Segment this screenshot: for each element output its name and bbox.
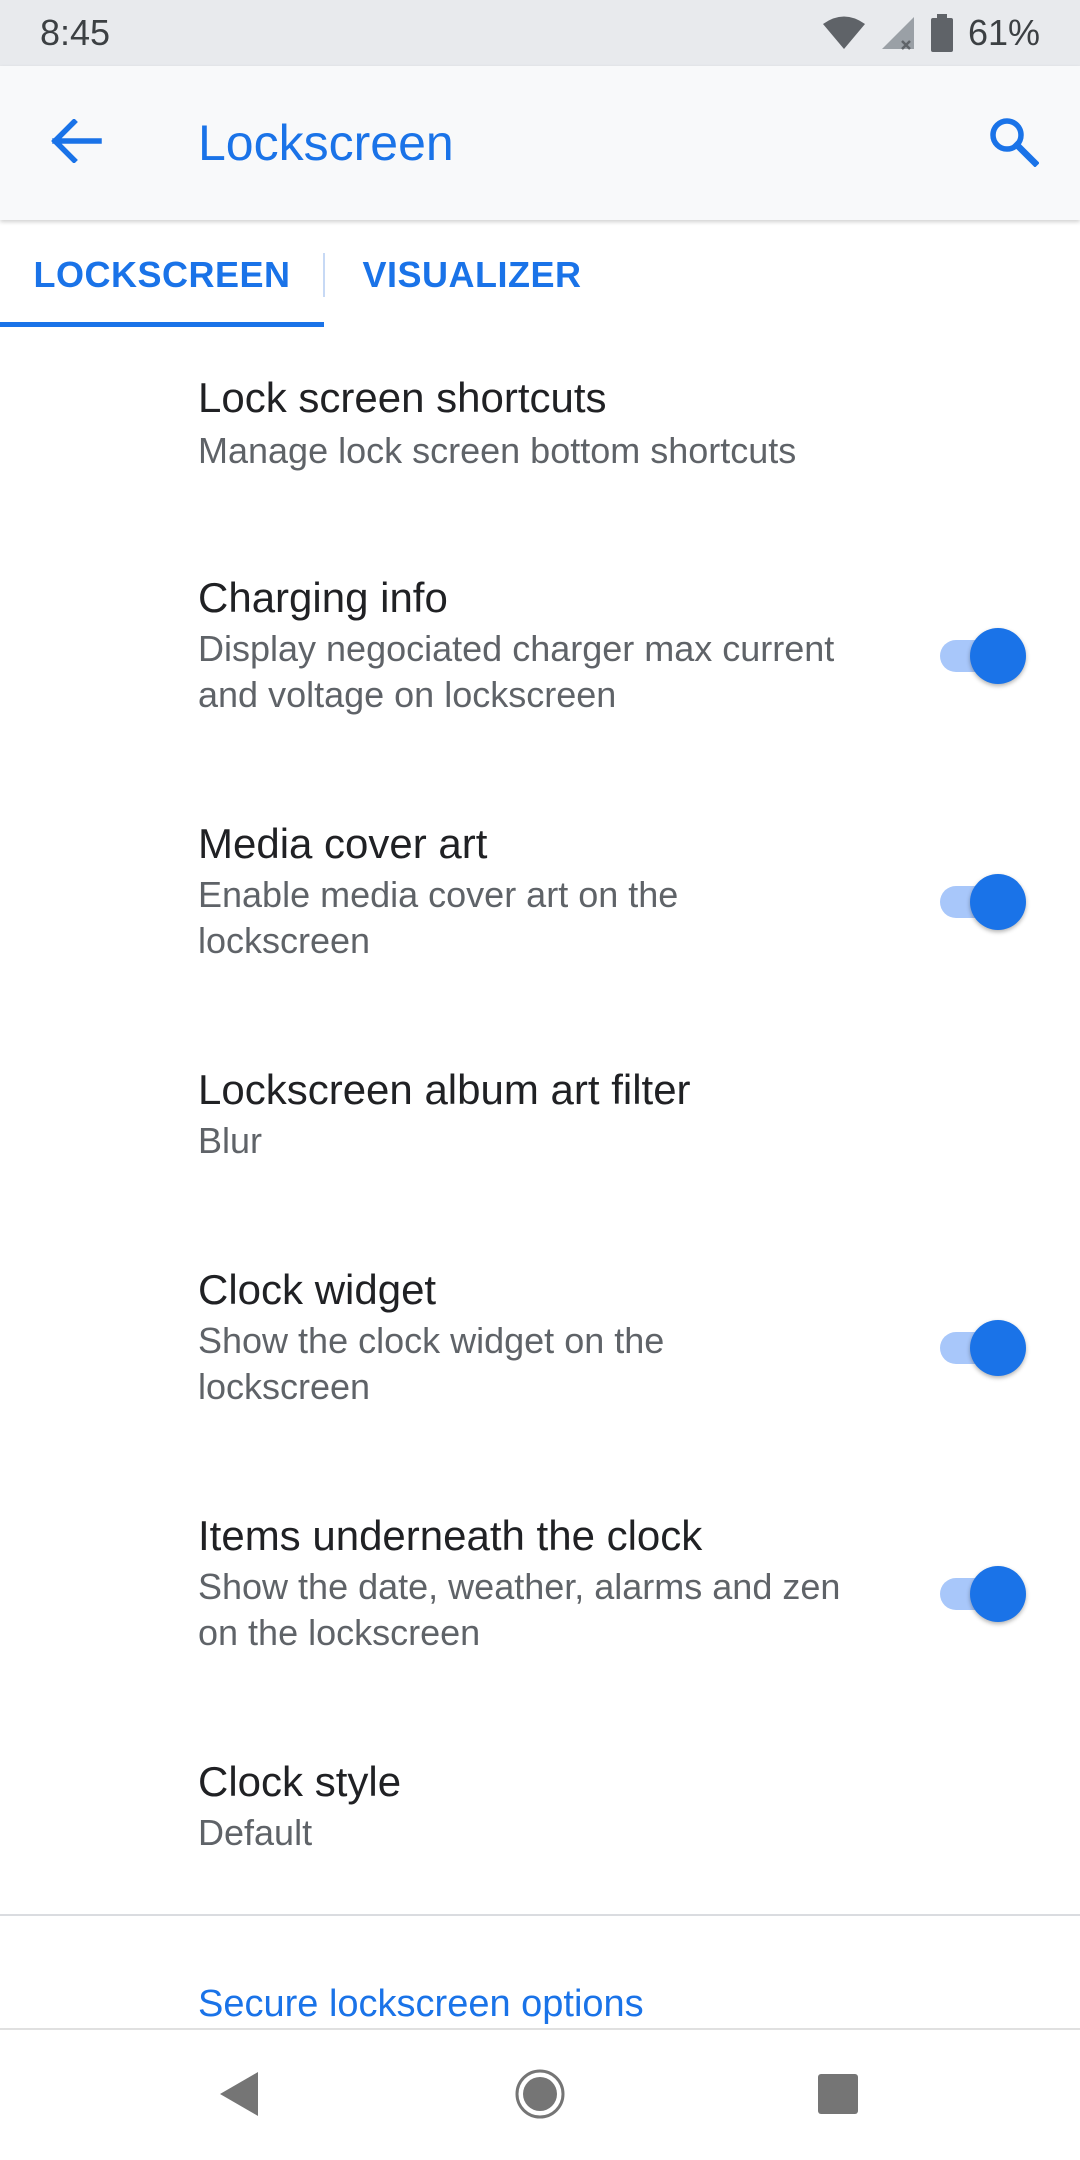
pref-summary: Manage lock screen bottom shortcuts xyxy=(198,430,797,471)
items-underneath-clock-toggle[interactable] xyxy=(938,1562,1028,1622)
tab-indicator xyxy=(0,322,324,327)
battery-percent: 61% xyxy=(967,12,1040,53)
media-cover-art-toggle[interactable] xyxy=(938,870,1028,930)
switch-thumb xyxy=(970,628,1026,684)
pref-title: Lock screen shortcuts xyxy=(198,374,607,421)
pref-media-cover-art[interactable]: Media cover art Enable media cover art o… xyxy=(0,816,1080,1016)
search-icon xyxy=(987,115,1040,172)
wifi-icon xyxy=(822,15,866,51)
signal-icon xyxy=(880,15,916,51)
arrow-back-icon xyxy=(51,117,103,168)
pref-title: Clock style xyxy=(198,1758,402,1805)
nav-back-icon xyxy=(218,2070,262,2123)
pref-title: Clock widget xyxy=(198,1266,437,1313)
tab-bar: LOCKSCREEN VISUALIZER xyxy=(0,220,1080,330)
switch-thumb xyxy=(970,874,1026,930)
charging-info-toggle[interactable] xyxy=(938,624,1028,684)
nav-recents-button[interactable] xyxy=(798,2058,878,2134)
pref-charging-info[interactable]: Charging info Display negociated charger… xyxy=(0,570,1080,770)
page-title: Lockscreen xyxy=(198,115,454,171)
pref-items-underneath-clock[interactable]: Items underneath the clock Show the date… xyxy=(0,1508,1080,1708)
nav-recents-icon xyxy=(817,2073,859,2120)
pref-summary: Show the date, weather, alarms and zen o… xyxy=(198,1566,841,1653)
nav-home-icon xyxy=(514,2068,566,2125)
back-button[interactable] xyxy=(40,106,114,180)
pref-clock-style[interactable]: Clock style Default xyxy=(0,1754,1080,1914)
nav-back-button[interactable] xyxy=(200,2058,280,2134)
pref-title: Charging info xyxy=(198,574,448,621)
pref-title: Items underneath the clock xyxy=(198,1512,703,1559)
pref-album-art-filter[interactable]: Lockscreen album art filter Blur xyxy=(0,1062,1080,1222)
tab-lockscreen[interactable]: LOCKSCREEN xyxy=(0,220,324,330)
nav-home-button[interactable] xyxy=(500,2058,580,2134)
tab-visualizer[interactable]: VISUALIZER xyxy=(324,220,620,330)
app-bar: Lockscreen xyxy=(0,66,1080,220)
switch-thumb xyxy=(970,1566,1026,1622)
clock-widget-toggle[interactable] xyxy=(938,1316,1028,1376)
pref-summary: Default xyxy=(198,1812,313,1853)
section-divider xyxy=(0,1914,1080,1916)
pref-summary: Show the clock widget on the lockscreen xyxy=(198,1320,665,1407)
battery-icon xyxy=(930,14,954,52)
status-icons: 61% xyxy=(822,12,1040,54)
pref-summary: Display negociated charger max current a… xyxy=(198,628,835,715)
pref-title: Media cover art xyxy=(198,820,488,867)
pref-clock-widget[interactable]: Clock widget Show the clock widget on th… xyxy=(0,1262,1080,1462)
status-time: 8:45 xyxy=(40,12,111,53)
secure-lockscreen-options-link[interactable]: Secure lockscreen options xyxy=(198,1978,644,2030)
pref-summary: Blur xyxy=(198,1120,263,1161)
status-bar: 8:45 61% xyxy=(0,0,1080,66)
pref-lock-screen-shortcuts[interactable]: Lock screen shortcuts Manage lock screen… xyxy=(0,370,1080,530)
search-button[interactable] xyxy=(976,106,1050,180)
switch-thumb xyxy=(970,1320,1026,1376)
navigation-bar xyxy=(0,2028,1080,2160)
pref-title: Lockscreen album art filter xyxy=(198,1066,691,1113)
pref-summary: Enable media cover art on the lockscreen xyxy=(198,874,679,961)
